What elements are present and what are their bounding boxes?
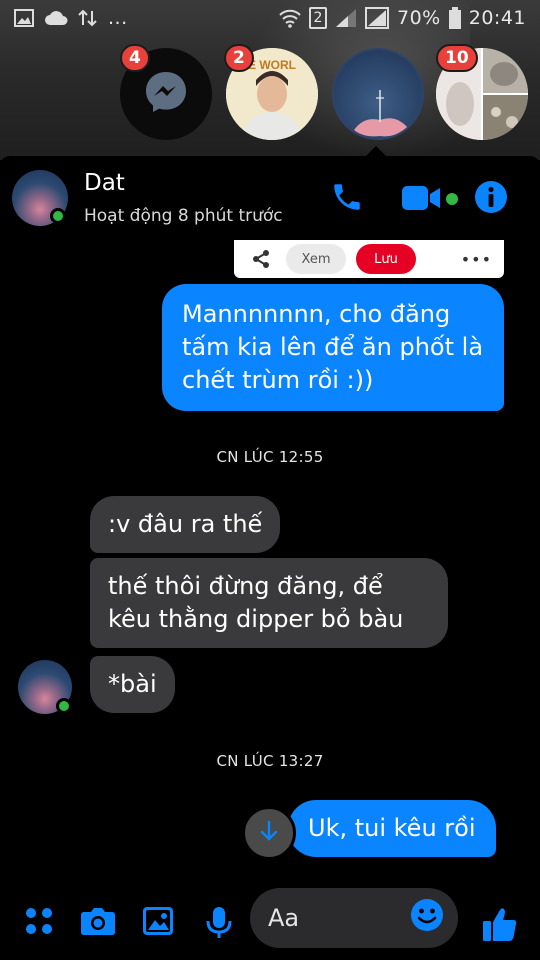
- incoming-message[interactable]: *bài: [90, 656, 175, 713]
- messenger-icon: [143, 69, 189, 119]
- signal-icon: [335, 8, 357, 28]
- like-icon[interactable]: [482, 906, 518, 946]
- contact-name[interactable]: Dat: [84, 170, 125, 196]
- unread-badge: 2: [224, 44, 254, 72]
- sim-label: 2: [313, 10, 323, 26]
- more-actions-icon[interactable]: [24, 906, 54, 940]
- video-call-icon[interactable]: [402, 184, 442, 216]
- signal-2-icon: [365, 7, 389, 29]
- scroll-to-bottom-button[interactable]: [242, 806, 296, 860]
- sim-2-icon: 2: [309, 7, 327, 29]
- online-indicator: [56, 698, 72, 714]
- info-icon[interactable]: [474, 180, 508, 218]
- active-head-pointer: [366, 146, 386, 156]
- online-indicator: [50, 208, 66, 224]
- cloud-icon: [44, 10, 68, 26]
- active-chat-head[interactable]: [332, 48, 424, 140]
- gallery-icon[interactable]: [142, 906, 174, 940]
- outgoing-message[interactable]: Mannnnnnn, cho đăng tấm kia lên để ăn ph…: [162, 284, 504, 411]
- incoming-message[interactable]: :v đâu ra thế: [90, 496, 281, 553]
- image-icon: [14, 9, 34, 27]
- conversation-header: Dat Hoạt động 8 phút trước: [0, 156, 540, 236]
- outgoing-message[interactable]: Uk, tui kêu rồi: [288, 800, 496, 857]
- battery-icon: [448, 7, 461, 29]
- timestamp: CN LÚC 13:27: [216, 752, 324, 770]
- phone-icon[interactable]: [330, 180, 364, 218]
- chat-heads: 4 PE WORL 2 10: [0, 44, 540, 154]
- shared-preview-card[interactable]: Xem Lưu •••: [234, 240, 504, 278]
- message-input[interactable]: Aa: [250, 888, 458, 948]
- camera-icon[interactable]: [80, 906, 116, 940]
- chat-panel: Dat Hoạt động 8 phút trước Xem Lưu ••• M…: [0, 156, 540, 960]
- incoming-message[interactable]: thế thôi đừng đăng, để kêu thằng dipper …: [90, 558, 448, 648]
- message-composer: Aa: [0, 882, 540, 960]
- share-icon[interactable]: [246, 249, 276, 269]
- contact-photo: [354, 90, 408, 137]
- message-input-placeholder: Aa: [268, 904, 300, 932]
- view-button[interactable]: Xem: [286, 244, 346, 274]
- microphone-icon[interactable]: [206, 906, 232, 944]
- battery-percent: 70%: [397, 7, 441, 29]
- more-notifications: ...: [108, 7, 128, 29]
- clock: 20:41: [468, 7, 526, 29]
- more-options[interactable]: •••: [461, 250, 492, 269]
- video-active-dot: [446, 193, 458, 205]
- active-status: Hoạt động 8 phút trước: [84, 206, 283, 226]
- emoji-icon[interactable]: [410, 898, 444, 938]
- unread-badge: 10: [436, 44, 478, 72]
- wifi-icon: [279, 8, 301, 28]
- save-button[interactable]: Lưu: [356, 244, 416, 274]
- arrow-down-icon: [259, 820, 279, 846]
- timestamp: CN LÚC 12:55: [216, 448, 324, 466]
- data-transfer-icon: [78, 9, 98, 27]
- status-bar: ... 2 70% 20:41: [0, 0, 540, 36]
- unread-badge: 4: [120, 44, 150, 72]
